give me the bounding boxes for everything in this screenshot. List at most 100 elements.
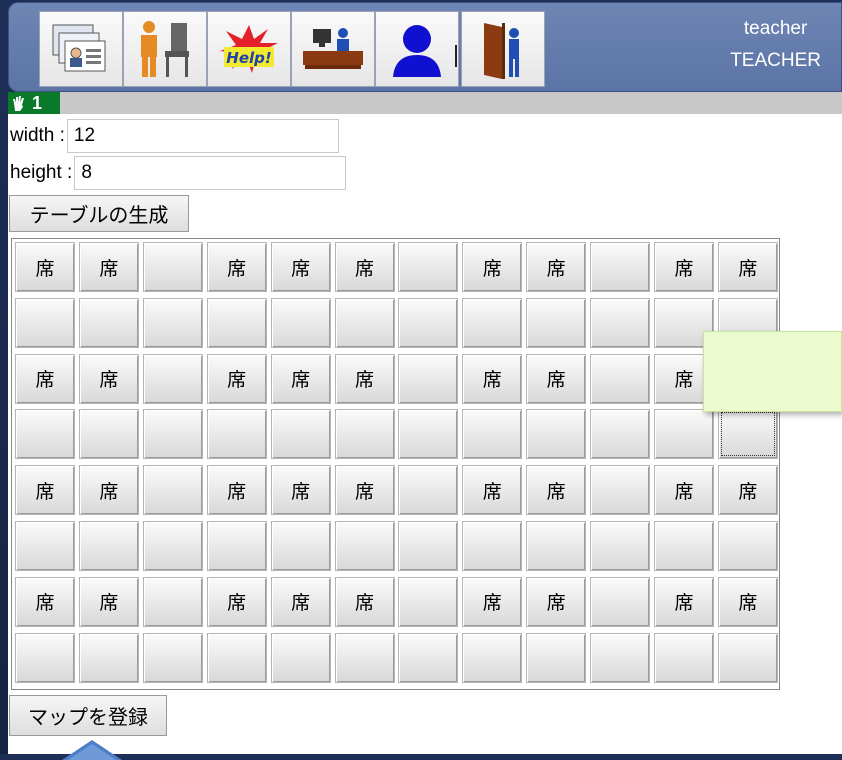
seat-cell[interactable]: 席 (15, 242, 75, 292)
empty-cell[interactable] (590, 242, 651, 292)
help-button[interactable]: Help! (207, 11, 291, 87)
empty-cell[interactable] (398, 521, 459, 571)
seat-cell[interactable]: 席 (334, 353, 395, 404)
empty-cell[interactable] (270, 297, 331, 348)
seat-cell[interactable]: 席 (717, 465, 778, 516)
empty-cell[interactable] (590, 409, 651, 460)
empty-cell[interactable] (398, 632, 459, 683)
empty-cell[interactable] (334, 632, 395, 683)
empty-cell[interactable] (206, 297, 267, 348)
empty-cell[interactable] (142, 353, 203, 404)
raised-hand-badge[interactable]: 1 (8, 92, 60, 114)
empty-cell[interactable] (526, 632, 587, 683)
empty-cell[interactable] (142, 409, 203, 460)
seat-cell[interactable]: 席 (78, 353, 139, 404)
seat-cell[interactable]: 席 (78, 465, 139, 516)
seat-cell[interactable]: 席 (206, 465, 267, 516)
empty-cell[interactable] (398, 242, 459, 292)
empty-cell[interactable] (206, 409, 267, 460)
seat-cell[interactable]: 席 (462, 576, 523, 627)
empty-cell[interactable] (398, 353, 459, 404)
seat-cell[interactable]: 席 (270, 465, 331, 516)
empty-cell[interactable] (334, 297, 395, 348)
empty-cell[interactable] (526, 297, 587, 348)
empty-cell[interactable] (78, 297, 139, 348)
seat-cell[interactable]: 席 (334, 465, 395, 516)
empty-cell[interactable] (462, 521, 523, 571)
user-profile-button[interactable] (375, 11, 459, 87)
empty-cell[interactable] (206, 521, 267, 571)
empty-cell[interactable] (590, 297, 651, 348)
empty-cell[interactable] (142, 576, 203, 627)
empty-cell[interactable] (398, 465, 459, 516)
seat-cell[interactable]: 席 (334, 242, 395, 292)
seat-cell[interactable]: 席 (78, 242, 139, 292)
empty-cell[interactable] (398, 576, 459, 627)
seat-cell[interactable]: 席 (15, 465, 75, 516)
seat-cell[interactable]: 席 (270, 576, 331, 627)
empty-cell[interactable] (462, 409, 523, 460)
seat-cell[interactable]: 席 (270, 242, 331, 292)
empty-cell[interactable] (270, 409, 331, 460)
empty-cell[interactable] (334, 521, 395, 571)
empty-cell[interactable] (142, 242, 203, 292)
register-map-button[interactable]: マップを登録 (9, 695, 167, 736)
empty-cell[interactable] (142, 297, 203, 348)
seat-cell[interactable]: 席 (206, 576, 267, 627)
seat-cell[interactable]: 席 (15, 353, 75, 404)
seat-cell[interactable]: 席 (654, 465, 714, 516)
empty-cell[interactable] (526, 521, 587, 571)
empty-cell[interactable] (590, 465, 651, 516)
empty-cell[interactable] (334, 409, 395, 460)
empty-cell[interactable] (462, 297, 523, 348)
empty-cell[interactable] (590, 353, 651, 404)
seat-cell[interactable]: 席 (462, 242, 523, 292)
empty-cell[interactable] (15, 297, 75, 348)
empty-cell[interactable] (78, 521, 139, 571)
seat-assign-button[interactable] (123, 11, 207, 87)
seat-cell[interactable]: 席 (462, 465, 523, 516)
seat-cell[interactable]: 席 (526, 465, 587, 516)
empty-cell[interactable] (654, 632, 714, 683)
empty-cell[interactable] (717, 632, 778, 683)
empty-cell[interactable] (398, 409, 459, 460)
height-input[interactable] (74, 156, 347, 190)
empty-cell[interactable] (15, 521, 75, 571)
seat-cell[interactable]: 席 (717, 242, 778, 292)
empty-cell[interactable] (15, 409, 75, 460)
logout-button[interactable] (461, 11, 545, 87)
seat-cell[interactable]: 席 (334, 576, 395, 627)
empty-cell[interactable] (654, 521, 714, 571)
empty-cell[interactable] (398, 297, 459, 348)
empty-cell[interactable] (590, 576, 651, 627)
empty-cell[interactable] (15, 632, 75, 683)
seat-cell[interactable]: 席 (654, 576, 714, 627)
seat-cell[interactable]: 席 (15, 576, 75, 627)
empty-cell[interactable] (590, 632, 651, 683)
empty-cell[interactable] (654, 409, 714, 460)
seat-cell[interactable]: 席 (526, 576, 587, 627)
seat-cell[interactable]: 席 (654, 242, 714, 292)
empty-cell[interactable] (142, 521, 203, 571)
seat-cell[interactable]: 席 (462, 353, 523, 404)
empty-cell[interactable] (526, 409, 587, 460)
empty-cell[interactable] (78, 632, 139, 683)
student-cards-button[interactable] (39, 11, 123, 87)
generate-table-button[interactable]: テーブルの生成 (9, 195, 189, 232)
seat-cell[interactable]: 席 (717, 576, 778, 627)
empty-cell[interactable] (590, 521, 651, 571)
teacher-desk-button[interactable] (291, 11, 375, 87)
empty-cell[interactable] (142, 465, 203, 516)
seat-cell[interactable]: 席 (270, 353, 331, 404)
seat-cell[interactable]: 席 (526, 242, 587, 292)
empty-cell[interactable] (142, 632, 203, 683)
seat-cell[interactable]: 席 (526, 353, 587, 404)
empty-cell[interactable] (270, 521, 331, 571)
empty-cell[interactable] (717, 521, 778, 571)
seat-cell[interactable]: 席 (206, 353, 267, 404)
seat-cell[interactable]: 席 (206, 242, 267, 292)
width-input[interactable] (66, 119, 339, 153)
seat-cell[interactable]: 席 (78, 576, 139, 627)
empty-cell[interactable] (462, 632, 523, 683)
empty-cell[interactable] (717, 409, 778, 460)
